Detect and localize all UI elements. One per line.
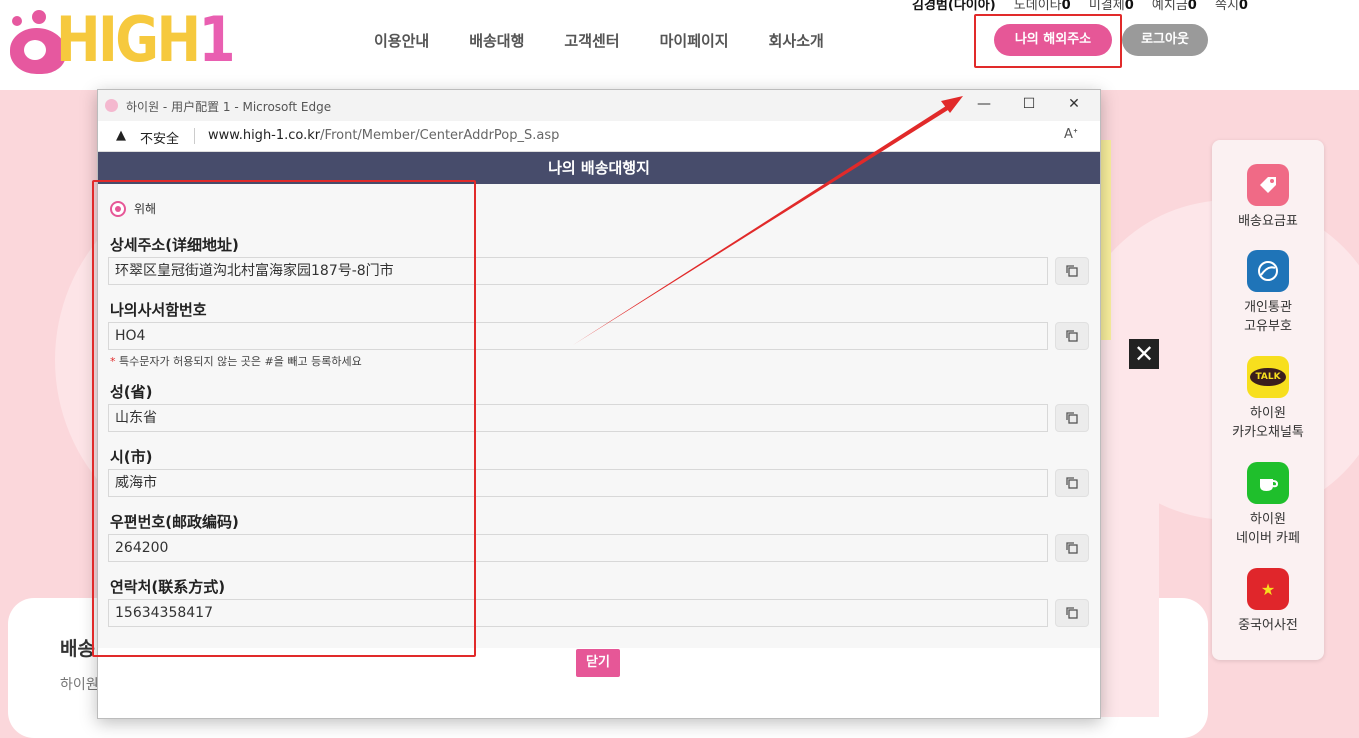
annotation-highlight-box <box>974 14 1122 68</box>
copy-icon <box>1066 542 1078 554</box>
site-logo[interactable]: HIGH1 <box>8 2 236 78</box>
url-text[interactable]: www.high-1.co.kr/Front/Member/CenterAddr… <box>208 128 559 143</box>
banner-panel <box>1099 340 1159 717</box>
window-title: 하이원 - 用户配置 1 - Microsoft Edge <box>126 100 332 114</box>
copy-icon <box>1066 412 1078 424</box>
copy-postal-code-button[interactable] <box>1055 534 1089 562</box>
main-nav: 이용안내 배송대행 고객센터 마이페이지 회사소개 <box>374 30 864 51</box>
nav-item-about[interactable]: 회사소개 <box>769 30 824 51</box>
close-button[interactable]: 닫기 <box>576 649 620 677</box>
copy-icon <box>1066 265 1078 277</box>
logout-button[interactable]: 로그아웃 <box>1122 24 1208 56</box>
china-flag-icon: ★ <box>1247 568 1289 610</box>
annotation-highlight-box <box>92 180 476 657</box>
site-favicon-icon <box>105 99 118 112</box>
address-bar[interactable]: ▲ 不安全 www.high-1.co.kr/Front/Member/Cent… <box>98 121 1100 152</box>
copy-address-button[interactable] <box>1055 257 1089 285</box>
copy-phone-button[interactable] <box>1055 599 1089 627</box>
quick-item-customs-code[interactable]: 개인통관 고유부호 <box>1212 250 1324 336</box>
copy-mailbox-button[interactable] <box>1055 322 1089 350</box>
copy-city-button[interactable] <box>1055 469 1089 497</box>
nav-item-guide[interactable]: 이용안내 <box>374 30 429 51</box>
nav-item-mypage[interactable]: 마이페이지 <box>660 30 729 51</box>
warning-icon[interactable]: ▲ <box>116 128 126 143</box>
quick-item-chinese-dictionary[interactable]: ★ 중국어사전 <box>1212 568 1324 635</box>
stat-deposit[interactable]: 예치금0 <box>1152 0 1197 13</box>
stat-message[interactable]: 쪽지0 <box>1215 0 1248 13</box>
quick-item-naver-cafe[interactable]: 하이원 네이버 카페 <box>1212 462 1324 548</box>
copy-icon <box>1066 477 1078 489</box>
user-info-bar: 김경범(다이아) 노데이타0 미결제0 예치금0 쪽지0 <box>912 0 1262 13</box>
read-aloud-icon[interactable]: Aᐩ <box>1064 127 1078 142</box>
minimize-icon[interactable]: — <box>969 96 999 112</box>
logo-decoration <box>12 16 22 26</box>
nav-item-support[interactable]: 고객센터 <box>564 30 619 51</box>
user-name[interactable]: 김경범(다이아) <box>912 0 996 13</box>
window-titlebar[interactable]: 하이원 - 用户配置 1 - Microsoft Edge — ☐ ✕ <box>98 90 1100 121</box>
window-close-icon[interactable]: ✕ <box>1059 96 1089 112</box>
content-card-subtitle: 하이원 <box>60 677 99 693</box>
copy-province-button[interactable] <box>1055 404 1089 432</box>
stat-unpaid[interactable]: 미결제0 <box>1089 0 1134 13</box>
logo-text: HIGH1 <box>56 3 236 76</box>
quick-item-kakao-channel[interactable]: TALK 하이원 카카오채널톡 <box>1212 356 1324 442</box>
nav-item-shipping[interactable]: 배송대행 <box>469 30 524 51</box>
talk-icon: TALK <box>1247 356 1289 398</box>
quick-menu: 배송요금표 개인통관 고유부호 TALK 하이원 카카오채널톡 하이원 네이버 … <box>1212 140 1324 660</box>
security-warning[interactable]: 不安全 <box>140 128 179 147</box>
site-header: HIGH1 김경범(다이아) 노데이타0 미결제0 예치금0 쪽지0 이용안내 … <box>0 0 1359 90</box>
globe-icon <box>1247 250 1289 292</box>
close-icon[interactable]: ✕ <box>1129 339 1159 369</box>
content-card-title: 배송 <box>60 638 95 660</box>
quick-item-shipping-rates[interactable]: 배송요금표 <box>1212 164 1324 231</box>
tag-icon <box>1247 164 1289 206</box>
copy-icon <box>1066 607 1078 619</box>
copy-icon <box>1066 330 1078 342</box>
coffee-icon <box>1247 462 1289 504</box>
stat-nodata[interactable]: 노데이타0 <box>1014 0 1071 13</box>
maximize-icon[interactable]: ☐ <box>1014 96 1044 112</box>
divider <box>194 128 195 144</box>
logo-decoration <box>32 10 46 24</box>
